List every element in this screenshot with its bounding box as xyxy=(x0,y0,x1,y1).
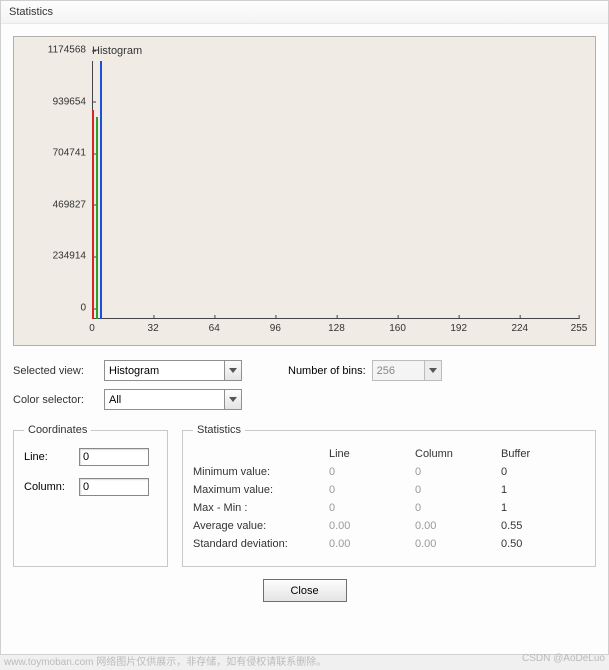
stats-column: 0 xyxy=(415,466,495,478)
stats-column: 0.00 xyxy=(415,538,495,550)
stats-row: Maximum value:001 xyxy=(193,484,585,496)
stats-header-line: Line xyxy=(329,448,409,460)
y-tick: 469827 xyxy=(53,199,92,210)
stats-label: Maximum value: xyxy=(193,484,323,496)
bins-spinner xyxy=(372,360,442,381)
lower-groups: Coordinates Line: Column: Statistics Lin… xyxy=(13,424,596,567)
stats-buffer: 0.50 xyxy=(501,538,571,550)
line-label: Line: xyxy=(24,451,79,463)
chevron-down-icon xyxy=(429,368,437,373)
stats-buffer: 1 xyxy=(501,484,571,496)
selected-view-combo[interactable] xyxy=(104,360,242,381)
line-input[interactable] xyxy=(79,448,149,466)
stats-label: Average value: xyxy=(193,520,323,532)
close-button[interactable]: Close xyxy=(263,579,347,602)
plot-area: 0234914469827704741939654117456803264961… xyxy=(92,61,579,319)
x-tick: 160 xyxy=(389,319,406,334)
window-title: Statistics xyxy=(1,1,608,24)
color-selector-combo[interactable] xyxy=(104,389,242,410)
stats-row: Standard deviation: 0.00 0.00 0.50 xyxy=(193,538,585,550)
chevron-down-icon xyxy=(229,397,237,402)
histogram-panel: Histogram 023491446982770474193965411745… xyxy=(13,36,596,346)
chevron-down-icon xyxy=(229,368,237,373)
close-row: Close xyxy=(13,579,596,602)
stats-column: 0 xyxy=(415,502,495,514)
y-tick: 234914 xyxy=(53,251,92,262)
column-input[interactable] xyxy=(79,478,149,496)
watermark-left: www.toymoban.com 网络图片仅供展示，非存储，如有侵权请联系删除。 xyxy=(4,653,326,668)
x-tick: 96 xyxy=(270,319,281,334)
statistics-group: Statistics Line Column Buffer Minimum va… xyxy=(182,424,596,567)
selected-view-label: Selected view: xyxy=(13,365,98,377)
coordinates-legend: Coordinates xyxy=(24,424,91,436)
stats-label: Standard deviation: xyxy=(193,538,323,550)
y-tick: 704741 xyxy=(53,148,92,159)
stats-buffer: 1 xyxy=(501,502,571,514)
stats-line: 0.00 xyxy=(329,520,409,532)
dialog-content: Histogram 023491446982770474193965411745… xyxy=(1,24,608,614)
x-tick: 0 xyxy=(89,319,95,334)
stats-row: Minimum value:000 xyxy=(193,466,585,478)
stats-line: 0 xyxy=(329,502,409,514)
statistics-dialog: Statistics Histogram 0234914469827704741… xyxy=(0,0,609,655)
stats-header: Line Column Buffer xyxy=(193,448,585,460)
selected-view-input[interactable] xyxy=(104,360,224,381)
coordinates-group: Coordinates Line: Column: xyxy=(13,424,168,567)
x-tick: 128 xyxy=(328,319,345,334)
bins-label: Number of bins: xyxy=(288,365,366,377)
watermark: www.toymoban.com 网络图片仅供展示，非存储，如有侵权请联系删除。… xyxy=(4,653,605,668)
color-selector-input[interactable] xyxy=(104,389,224,410)
statistics-legend: Statistics xyxy=(193,424,245,436)
y-tick: 0 xyxy=(80,303,92,314)
stats-buffer: 0 xyxy=(501,466,571,478)
chart-title: Histogram xyxy=(92,45,142,57)
stats-line: 0.00 xyxy=(329,538,409,550)
stats-line: 0 xyxy=(329,466,409,478)
x-tick: 64 xyxy=(209,319,220,334)
stats-buffer: 0.55 xyxy=(501,520,571,532)
y-tick: 939654 xyxy=(53,96,92,107)
bar-blue xyxy=(100,61,102,319)
stats-line: 0 xyxy=(329,484,409,496)
stats-label: Max - Min : xyxy=(193,502,323,514)
controls-row-2: Color selector: xyxy=(13,389,596,410)
bar-green xyxy=(96,117,98,319)
x-tick: 32 xyxy=(148,319,159,334)
stats-column: 0 xyxy=(415,484,495,496)
stats-row: Average value: 0.00 0.00 0.55 xyxy=(193,520,585,532)
stats-header-column: Column xyxy=(415,448,495,460)
x-tick: 224 xyxy=(511,319,528,334)
bins-dropdown-button xyxy=(424,360,442,381)
bar-red xyxy=(92,110,94,319)
controls-row-1: Selected view: Number of bins: xyxy=(13,360,596,381)
color-selector-dropdown-button[interactable] xyxy=(224,389,242,410)
color-selector-label: Color selector: xyxy=(13,394,98,406)
watermark-right: CSDN @AoDeLuo xyxy=(522,653,605,668)
selected-view-dropdown-button[interactable] xyxy=(224,360,242,381)
column-label: Column: xyxy=(24,481,79,493)
stats-row: Max - Min :001 xyxy=(193,502,585,514)
stats-column: 0.00 xyxy=(415,520,495,532)
x-tick: 192 xyxy=(450,319,467,334)
bins-input xyxy=(372,360,424,381)
y-tick: 1174568 xyxy=(48,45,92,56)
stats-header-buffer: Buffer xyxy=(501,448,571,460)
stats-label: Minimum value: xyxy=(193,466,323,478)
x-tick: 255 xyxy=(571,319,588,334)
